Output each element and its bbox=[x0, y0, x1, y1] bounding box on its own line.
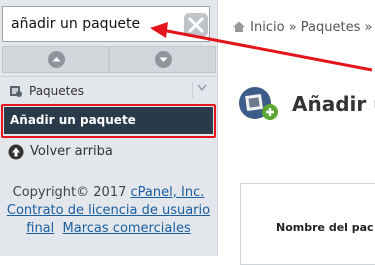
chevron-down-icon bbox=[197, 84, 207, 92]
breadcrumb-separator: » bbox=[364, 20, 373, 35]
search-row: añadir un paquete bbox=[0, 6, 217, 44]
sidebar: añadir un paquete Paquetes Añadir un paq… bbox=[0, 0, 218, 256]
copyright-text: Copyright© 2017 bbox=[12, 185, 127, 200]
section-label: Paquetes bbox=[29, 84, 84, 98]
nav-arrows bbox=[0, 46, 217, 74]
back-to-top-label: Volver arriba bbox=[30, 144, 113, 159]
page-title: Añadir u bbox=[292, 92, 375, 116]
breadcrumb-separator: » bbox=[288, 20, 297, 35]
company-link[interactable]: cPanel, Inc. bbox=[131, 185, 205, 200]
packages-icon bbox=[10, 86, 22, 97]
clear-search-button[interactable] bbox=[184, 13, 208, 37]
breadcrumb: Inicio » Paquetes » bbox=[232, 20, 373, 35]
search-input[interactable]: añadir un paquete bbox=[2, 6, 210, 42]
arrow-up-circle-icon bbox=[8, 144, 24, 160]
package-add-icon bbox=[239, 87, 278, 120]
scroll-down-button[interactable] bbox=[109, 46, 216, 73]
package-name-label: Nombre del pac bbox=[276, 221, 374, 234]
close-icon bbox=[188, 17, 204, 33]
highlight-box bbox=[1, 104, 216, 138]
scroll-up-button[interactable] bbox=[2, 46, 109, 73]
chevron-down-icon bbox=[155, 51, 172, 68]
chevron-up-icon bbox=[48, 51, 65, 68]
breadcrumb-home[interactable]: Inicio bbox=[250, 20, 284, 35]
collapse-toggle[interactable] bbox=[192, 82, 213, 98]
footer: Copyright© 2017 cPanel, Inc. Contrato de… bbox=[0, 184, 217, 238]
form-panel: Nombre del pac bbox=[240, 183, 375, 265]
home-icon bbox=[233, 21, 245, 32]
section-header-packages[interactable]: Paquetes bbox=[0, 76, 217, 106]
trademarks-link[interactable]: Marcas comerciales bbox=[63, 221, 191, 236]
breadcrumb-packages[interactable]: Paquetes bbox=[301, 20, 361, 35]
